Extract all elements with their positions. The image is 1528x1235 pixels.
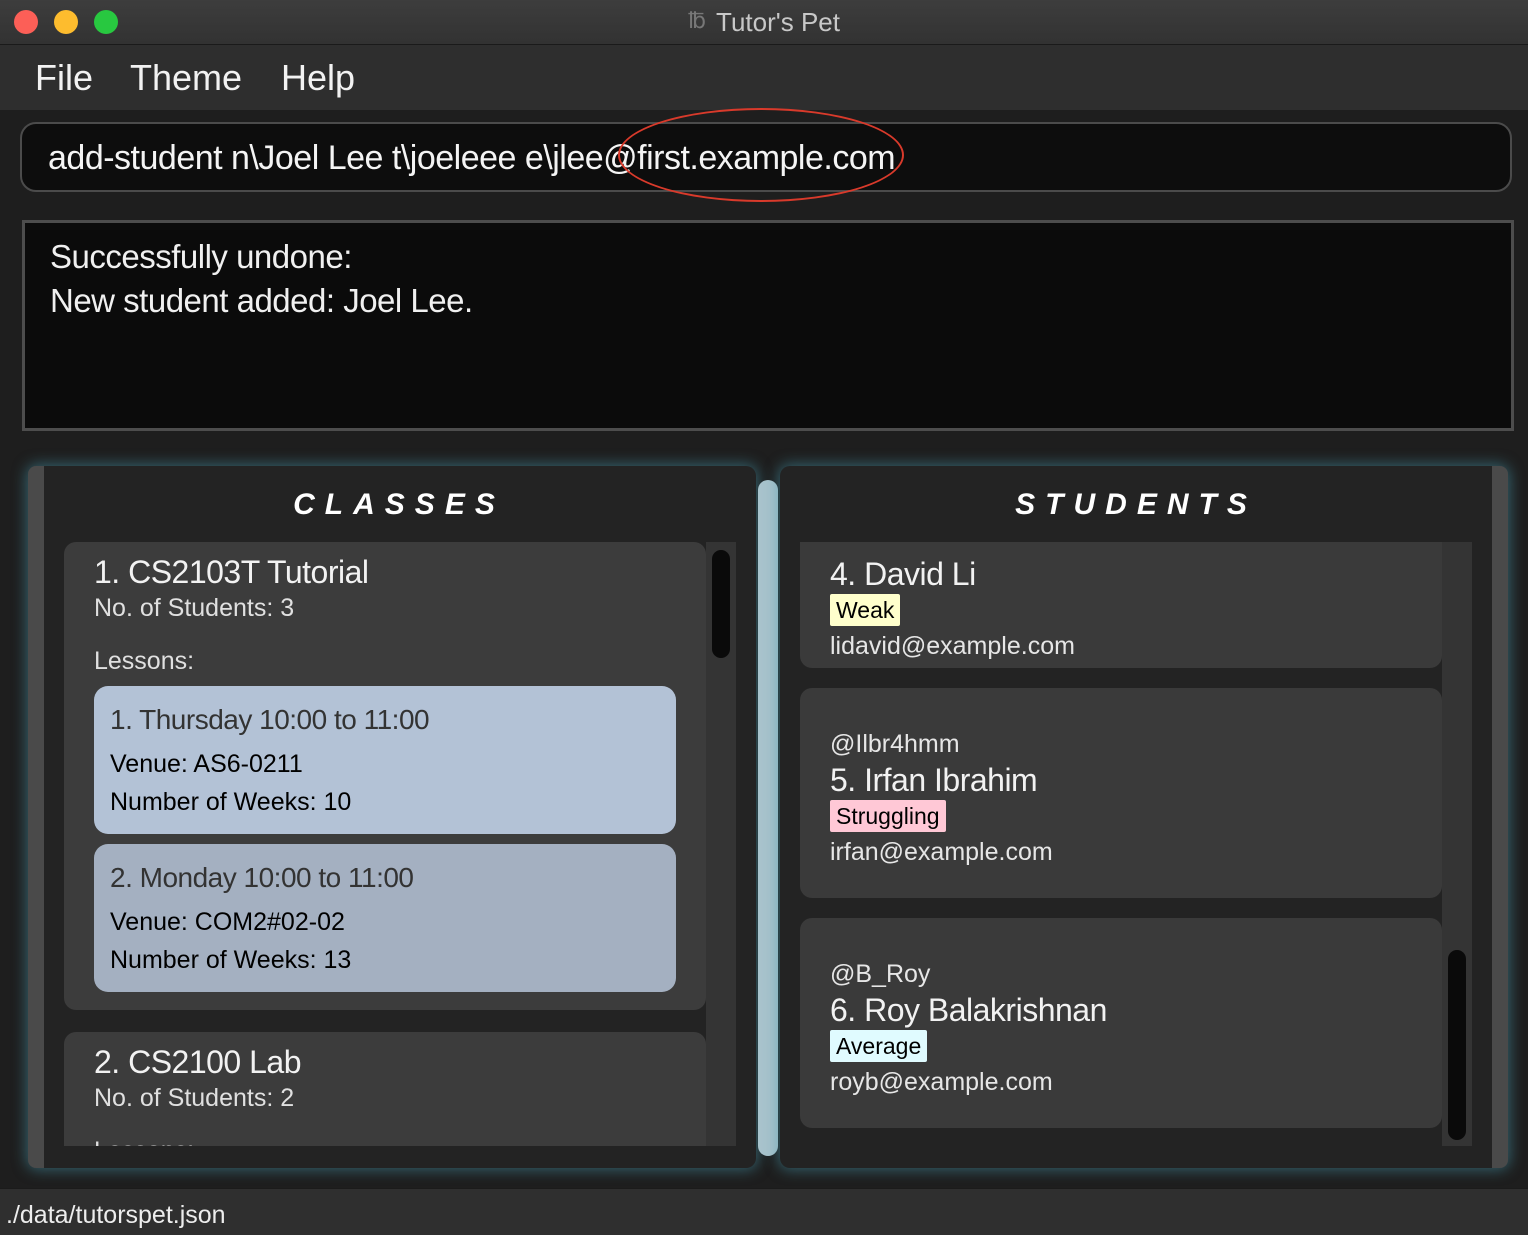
student-telegram: @Ilbr4hmm: [830, 730, 960, 758]
status-bar: ./data/tutorspet.json: [0, 1188, 1528, 1235]
menu-help[interactable]: Help: [281, 57, 355, 99]
result-display: Successfully undone: New student added: …: [22, 220, 1514, 431]
classes-panel: CLASSES 1. CS2103T Tutorial No. of Stude…: [28, 466, 756, 1168]
students-header: STUDENTS: [1015, 488, 1257, 521]
class-title: 2. CS2100 Lab: [94, 1044, 302, 1080]
classes-list[interactable]: 1. CS2103T Tutorial No. of Students: 3 L…: [64, 542, 706, 1146]
class-student-count: No. of Students: 3: [94, 594, 295, 622]
student-card[interactable]: @B_Roy 6. Roy Balakrishnan Average royb@…: [800, 918, 1442, 1128]
student-tag: Weak: [830, 594, 901, 626]
students-panel: STUDENTS 4. David Li Weak lidavid@exampl…: [780, 466, 1508, 1168]
student-tag: Struggling: [830, 800, 946, 832]
app-logo-icon: ℔: [688, 9, 707, 34]
lesson-card[interactable]: 1. Thursday 10:00 to 11:00 Venue: AS6-02…: [94, 686, 676, 834]
panel-divider[interactable]: [758, 480, 778, 1156]
panel-edge: [28, 466, 44, 1168]
menu-bar: File Theme Help: [0, 45, 1528, 110]
student-telegram: @B_Roy: [830, 960, 931, 988]
student-tag: Average: [830, 1030, 928, 1062]
lesson-weeks: Number of Weeks: 10: [110, 788, 352, 816]
class-student-count: No. of Students: 2: [94, 1084, 295, 1112]
student-name: 5. Irfan Ibrahim: [830, 762, 1038, 798]
title-bar: ℔ Tutor's Pet: [0, 0, 1528, 45]
student-card[interactable]: @Ilbr4hmm 5. Irfan Ibrahim Struggling ir…: [800, 688, 1442, 898]
lessons-label: Lessons:: [94, 1137, 194, 1146]
student-email: lidavid@example.com: [830, 632, 1075, 660]
menu-file[interactable]: File: [35, 57, 93, 99]
class-title: 1. CS2103T Tutorial: [94, 554, 369, 590]
result-line-2: New student added: Joel Lee.: [50, 282, 473, 319]
lessons-label: Lessons:: [94, 647, 195, 675]
menu-theme[interactable]: Theme: [130, 57, 242, 99]
students-list[interactable]: 4. David Li Weak lidavid@example.com @Il…: [800, 542, 1442, 1146]
result-line-1: Successfully undone:: [50, 238, 352, 275]
students-scrollbar[interactable]: [1442, 542, 1472, 1146]
classes-scrollbar[interactable]: [706, 542, 736, 1146]
window-title: Tutor's Pet: [716, 7, 840, 37]
panel-edge: [1492, 466, 1508, 1168]
annotation-ellipse: [618, 108, 904, 202]
student-email: royb@example.com: [830, 1068, 1053, 1096]
student-email: irfan@example.com: [830, 838, 1053, 866]
data-file-path: ./data/tutorspet.json: [6, 1201, 226, 1229]
student-name: 4. David Li: [830, 556, 976, 592]
lesson-weeks: Number of Weeks: 13: [110, 946, 352, 974]
class-card[interactable]: 2. CS2100 Lab No. of Students: 2 Lessons…: [64, 1032, 706, 1146]
classes-scroll-thumb[interactable]: [712, 550, 730, 658]
lesson-venue: Venue: COM2#02-02: [110, 908, 345, 936]
student-card[interactable]: 4. David Li Weak lidavid@example.com: [800, 542, 1442, 668]
student-name: 6. Roy Balakrishnan: [830, 992, 1107, 1028]
students-scroll-thumb[interactable]: [1448, 950, 1466, 1140]
lesson-venue: Venue: AS6-0211: [110, 750, 303, 778]
lesson-card[interactable]: 2. Monday 10:00 to 11:00 Venue: COM2#02-…: [94, 844, 676, 992]
lesson-heading: 2. Monday 10:00 to 11:00: [110, 862, 414, 893]
window-title-wrap: ℔ Tutor's Pet: [0, 0, 1528, 44]
classes-header: CLASSES: [293, 488, 505, 521]
class-card[interactable]: 1. CS2103T Tutorial No. of Students: 3 L…: [64, 542, 706, 1010]
lesson-heading: 1. Thursday 10:00 to 11:00: [110, 704, 430, 735]
